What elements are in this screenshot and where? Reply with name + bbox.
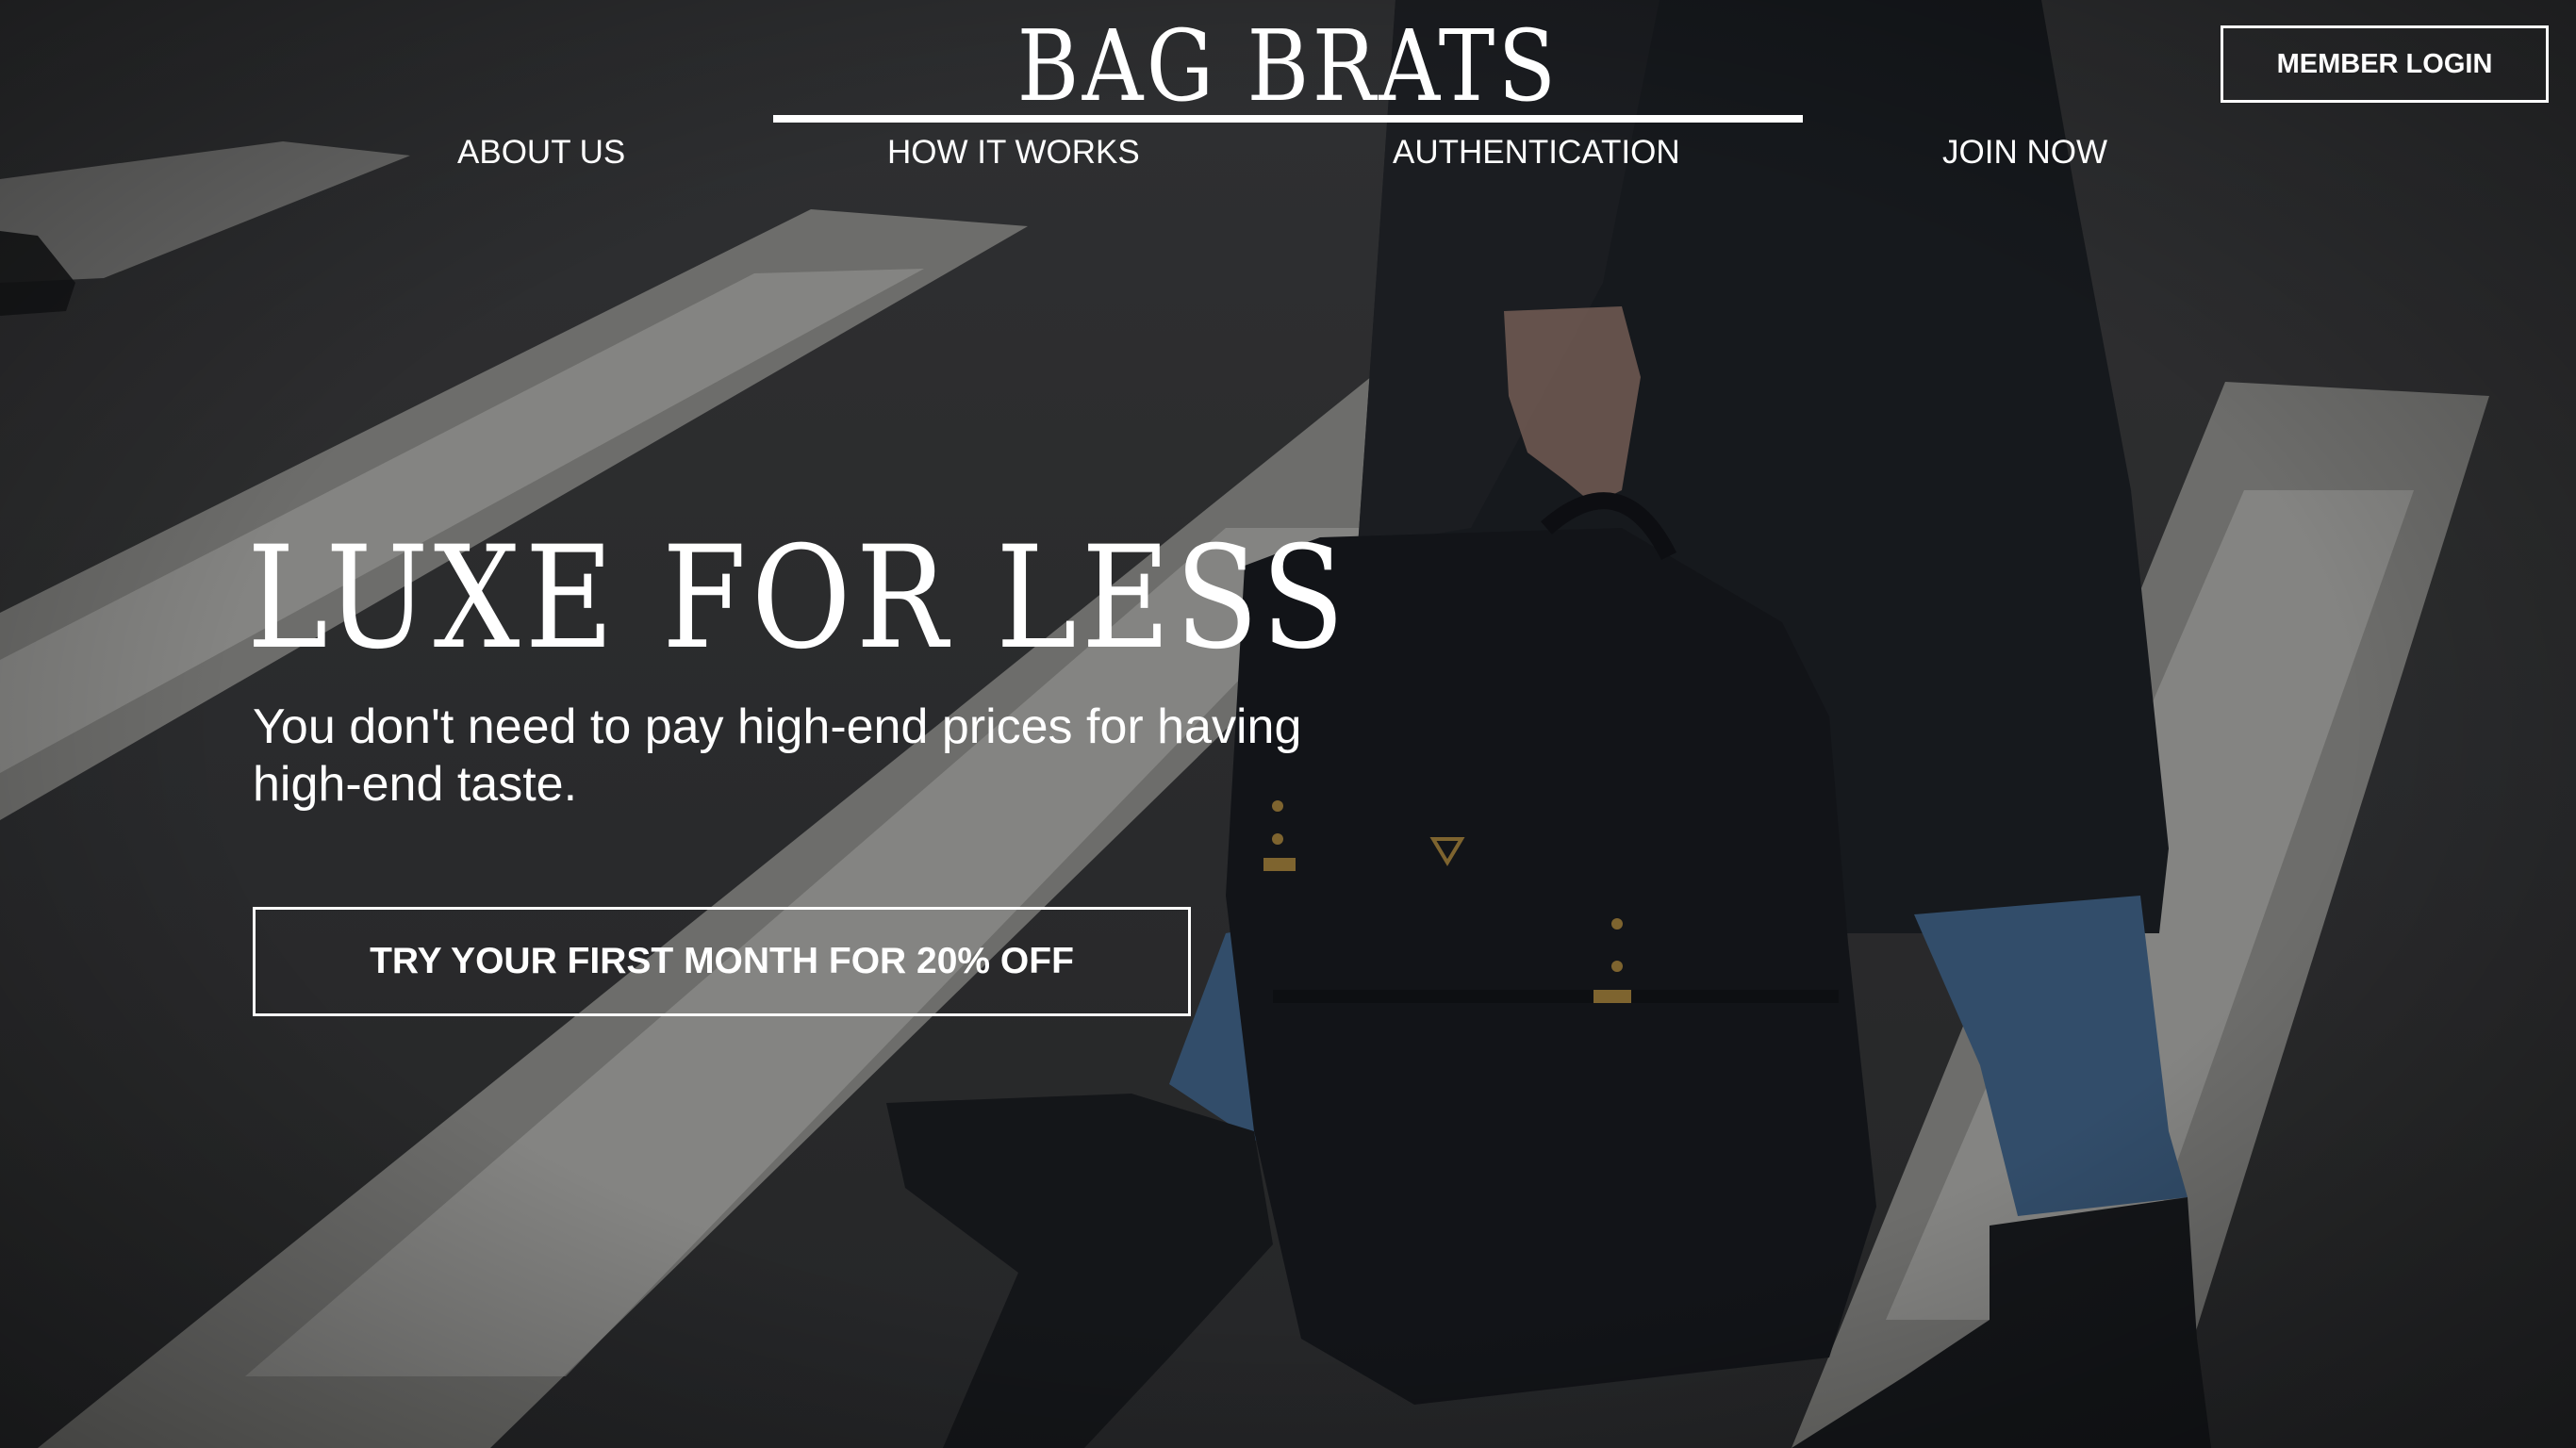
nav-authentication[interactable]: AUTHENTICATION bbox=[1393, 132, 1680, 173]
brand-underline bbox=[773, 115, 1803, 123]
first-month-discount-button[interactable]: TRY YOUR FIRST MONTH FOR 20% OFF bbox=[253, 907, 1191, 1016]
landing-page: BAG BRATS MEMBER LOGIN ABOUT US HOW IT W… bbox=[0, 0, 2576, 1448]
brand-logo[interactable]: BAG BRATS bbox=[845, 6, 1730, 126]
nav-join-now[interactable]: JOIN NOW bbox=[1942, 132, 2107, 173]
hero-title: LUXE FOR LESS bbox=[247, 517, 1350, 681]
nav-about-us[interactable]: ABOUT US bbox=[457, 132, 625, 173]
nav-how-it-works[interactable]: HOW IT WORKS bbox=[887, 132, 1140, 173]
hero-subtitle: You don't need to pay high-end prices fo… bbox=[253, 699, 1302, 812]
member-login-button[interactable]: MEMBER LOGIN bbox=[2221, 25, 2549, 103]
